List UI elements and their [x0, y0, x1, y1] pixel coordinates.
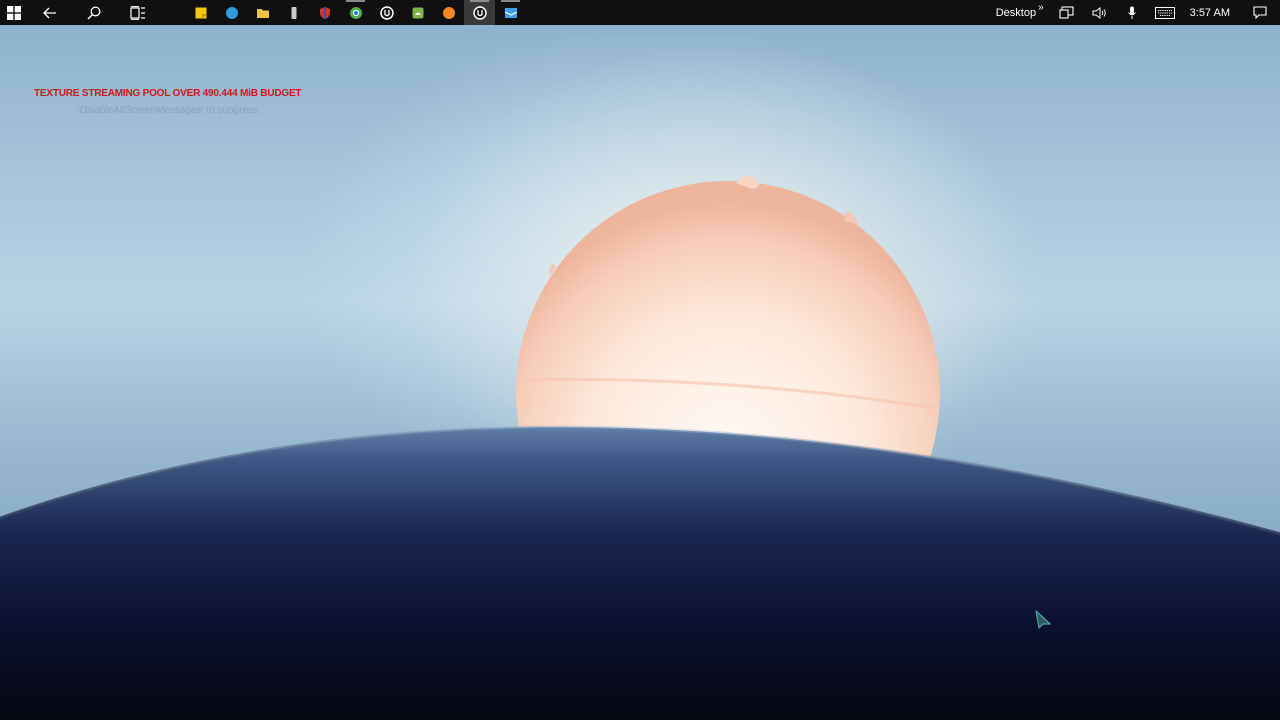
system-tray: Desktop » 3:57 AM	[990, 0, 1280, 25]
notification-icon	[1253, 6, 1267, 19]
desktop-toolbar-label[interactable]: Desktop	[990, 7, 1042, 19]
taskbar-app-button[interactable]	[216, 0, 247, 25]
unreal-engine-icon	[379, 5, 394, 20]
taskbar-app-button[interactable]	[402, 0, 433, 25]
texture-streaming-warning: TEXTURE STREAMING POOL OVER 490.444 MiB …	[34, 88, 302, 99]
taskbar-app-button[interactable]	[495, 0, 526, 25]
volume-icon[interactable]	[1083, 0, 1116, 25]
space-scene	[0, 45, 1280, 720]
taskbar: Desktop » 3:57 AM	[0, 0, 1280, 25]
file-explorer-icon	[256, 8, 269, 18]
clock-time[interactable]: 3:57 AM	[1182, 7, 1240, 19]
sticky-notes-icon	[195, 7, 206, 18]
taskbar-app-button[interactable]	[433, 0, 464, 25]
shield-app-icon	[319, 6, 330, 19]
task-view-icon	[130, 5, 145, 20]
start-button[interactable]	[0, 0, 28, 25]
taskbar-app-button[interactable]	[340, 0, 371, 25]
back-button[interactable]	[28, 0, 72, 25]
back-arrow-icon	[43, 7, 56, 18]
task-view-button[interactable]	[116, 0, 160, 25]
blender-icon	[442, 6, 455, 19]
taskbar-app-button[interactable]	[309, 0, 340, 25]
action-center-button[interactable]	[1240, 0, 1280, 25]
taskbar-app-button[interactable]	[464, 0, 495, 25]
taskbar-divider	[172, 0, 173, 25]
edge-browser-icon	[225, 6, 238, 19]
microphone-icon[interactable]	[1116, 0, 1149, 25]
chrome-browser-icon	[349, 6, 362, 19]
pinned-apps	[185, 0, 526, 25]
keyboard-icon[interactable]	[1149, 0, 1182, 25]
game-viewport[interactable]: TEXTURE STREAMING POOL OVER 490.444 MiB …	[0, 25, 1280, 720]
usb-drive-icon	[291, 6, 296, 19]
taskbar-app-button[interactable]	[185, 0, 216, 25]
taskbar-app-button[interactable]	[247, 0, 278, 25]
toolbar-chevron-icon[interactable]: »	[1038, 2, 1044, 13]
search-button[interactable]	[72, 0, 116, 25]
planet-surface	[0, 426, 1280, 720]
windows-logo-icon	[7, 5, 21, 20]
taskbar-app-button[interactable]	[278, 0, 309, 25]
android-app-icon	[412, 7, 423, 18]
mail-app-icon	[504, 7, 517, 18]
network-icon[interactable]	[1050, 0, 1083, 25]
suppress-messages-hint: 'DisableAllScreenMessages' to suppress	[78, 105, 259, 116]
taskbar-app-button[interactable]	[371, 0, 402, 25]
search-icon	[87, 6, 101, 20]
unreal-engine-running-icon	[472, 5, 487, 20]
desktop-screen: TEXTURE STREAMING POOL OVER 490.444 MiB …	[0, 0, 1280, 720]
